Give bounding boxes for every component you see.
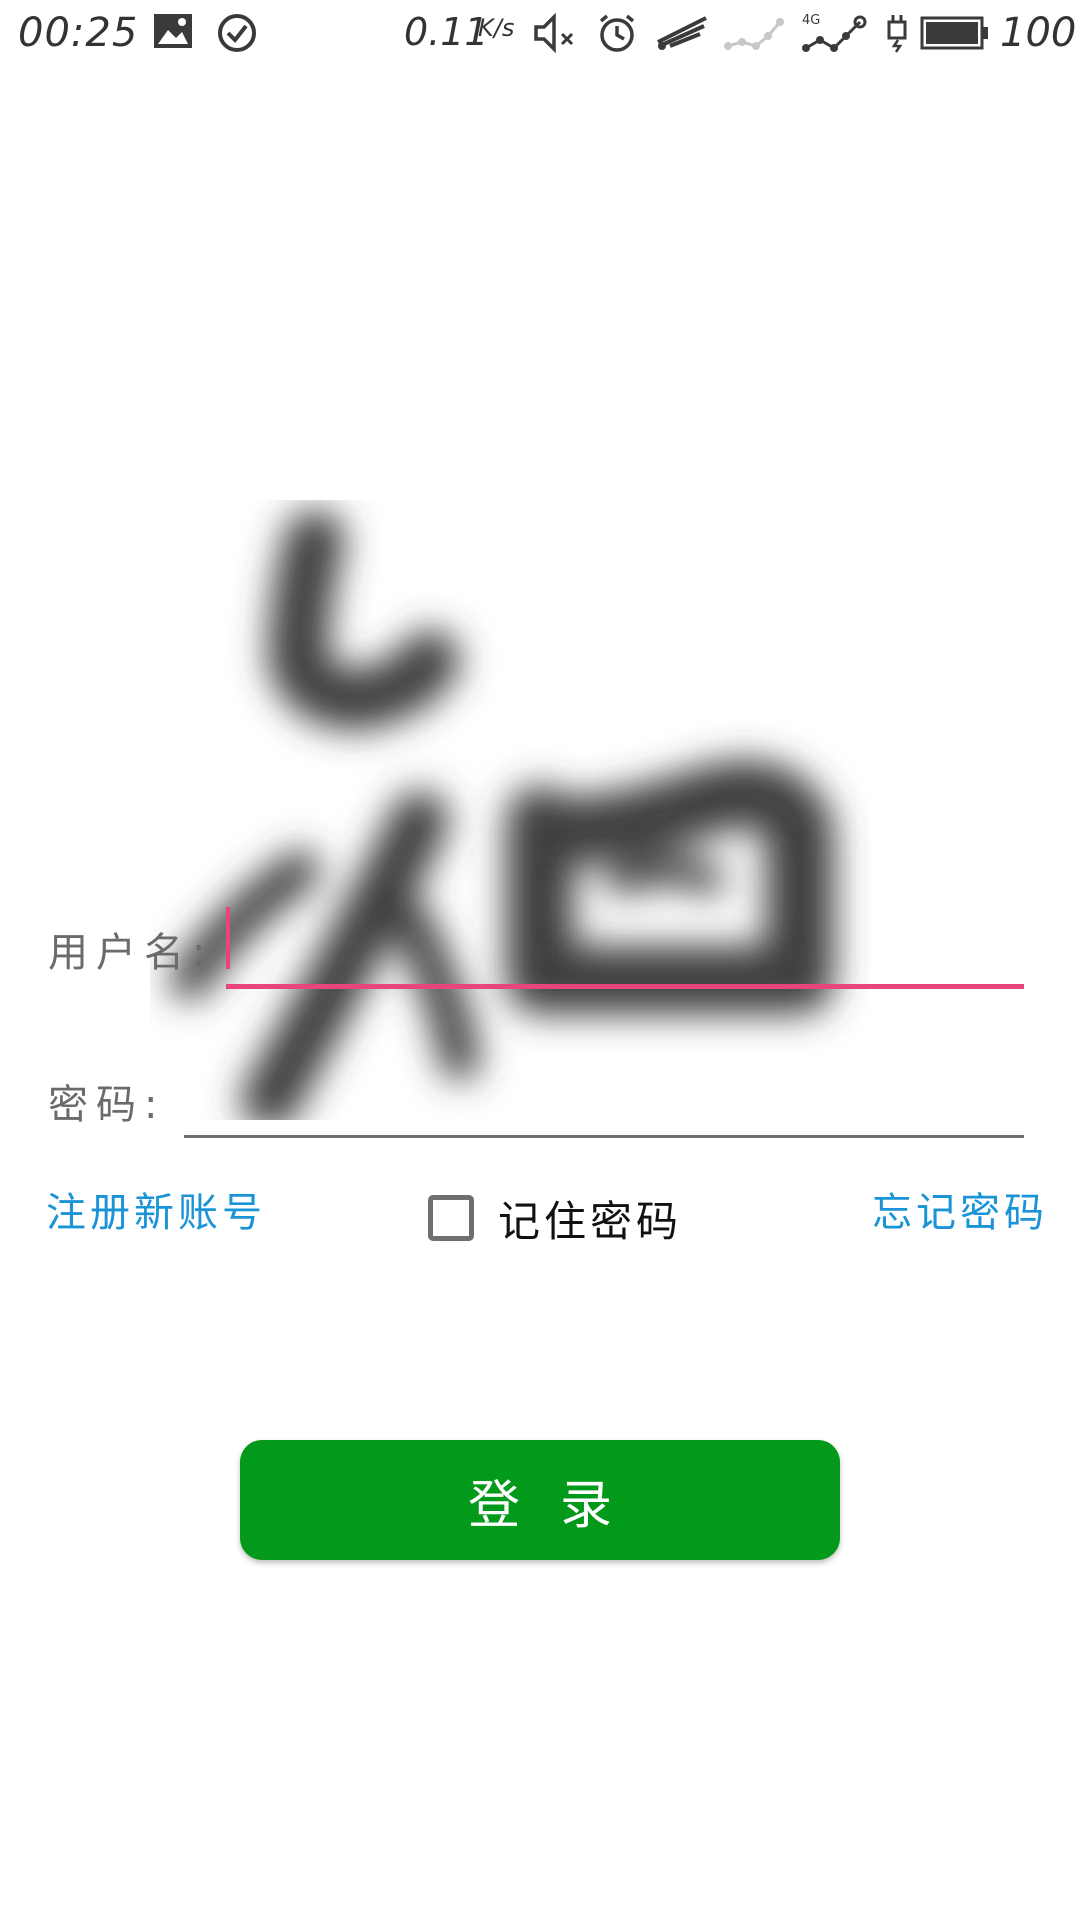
net-speed-unit: K/s [478,14,515,42]
password-label: 密码: [48,1082,166,1128]
gallery-icon [154,14,192,48]
signal-4g-icon: 4G [802,13,867,52]
login-screen: 00:25 0.11 K/s 4G 100 用户名: 密码: 注册新账号 记住密… [0,0,1080,1920]
password-input[interactable] [184,1060,1042,1126]
background-calligraphy [170,510,834,1120]
battery-percent: 100 [1000,10,1077,56]
charging-icon [887,15,907,53]
battery-icon [920,16,988,50]
wifi-icon [657,16,707,50]
password-underline [184,1135,1024,1138]
alarm-icon [599,14,635,52]
status-bar: 00:25 0.11 K/s 4G 100 [0,0,1080,66]
remember-checkbox[interactable] [428,1195,474,1241]
status-time: 00:25 [18,10,139,56]
username-underline [226,984,1024,989]
register-link[interactable]: 注册新账号 [46,1180,266,1238]
signal-1-icon [724,18,784,50]
network-type-label: 4G [802,13,820,28]
username-input[interactable] [226,905,1042,971]
remember-label: 记住密码 [498,1196,683,1246]
text-cursor [226,907,230,969]
mute-icon [534,12,574,54]
net-speed: 0.11 [404,10,489,54]
remember-password-toggle[interactable]: 记住密码 [428,1188,682,1248]
username-label: 用户名: [48,930,214,976]
login-button[interactable]: 登录 [240,1440,840,1560]
forgot-password-link[interactable]: 忘记密码 [872,1180,1048,1238]
check-circle-icon [218,14,256,52]
